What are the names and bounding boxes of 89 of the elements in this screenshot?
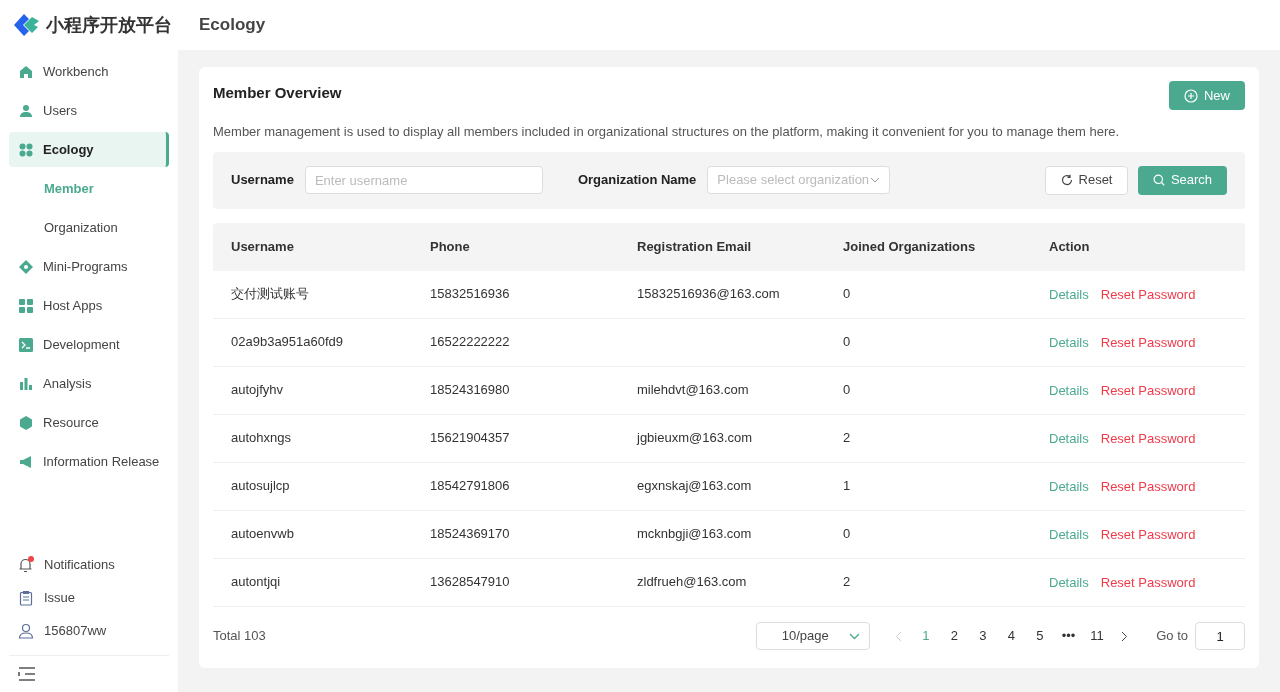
table-cell-text: autohxngs	[231, 429, 292, 448]
table-cell-text: jgbieuxm@163.com	[637, 429, 754, 448]
sidebar-item[interactable]: Development	[9, 327, 169, 362]
table-cell-text: 13628547910	[430, 573, 511, 592]
user-icon	[19, 103, 33, 118]
card-description: Member management is used to display all members included in organizational structures on the platform, making it convenient for you to manage them here.	[213, 123, 1121, 141]
page-button[interactable]: 3	[968, 622, 998, 650]
sidebar-footer-item[interactable]: Issue	[0, 581, 178, 614]
page-size-select[interactable]: 10/page	[755, 622, 870, 650]
column-header: Registration Email	[637, 237, 753, 256]
sidebar-item[interactable]: Mini-Programs	[9, 249, 169, 284]
terminal-icon	[19, 337, 33, 352]
page-button[interactable]: 2	[940, 622, 969, 650]
search-icon	[1152, 174, 1165, 186]
reset-password-link[interactable]: Reset Password	[1100, 429, 1196, 449]
page-title: Ecology	[199, 14, 266, 37]
plus-circle-icon	[1184, 88, 1198, 103]
sidebar-subitem[interactable]: Organization	[9, 210, 169, 245]
reset-password-link[interactable]: Reset Password	[1100, 285, 1196, 305]
collapse-menu-icon[interactable]	[18, 666, 36, 682]
table-cell-text: 0	[843, 333, 852, 352]
reset-password-link[interactable]: Reset Password	[1100, 573, 1196, 593]
chevron-down-icon	[870, 177, 881, 183]
table-cell-text: 1	[843, 477, 852, 496]
total-count: Total 103	[213, 627, 266, 646]
table-cell-text: 15832516936	[430, 285, 511, 304]
sidebar-footer-item[interactable]: Notifications	[0, 548, 178, 581]
table-cell-text: milehdvt@163.com	[637, 381, 750, 400]
sidebar-item[interactable]: Ecology	[9, 132, 169, 167]
username-label: Username	[231, 171, 294, 190]
table-cell-text: 2	[843, 573, 852, 592]
table-cell-text: 16522222222	[430, 333, 511, 352]
column-header: Username	[231, 237, 295, 256]
sidebar-item[interactable]: Analysis	[9, 366, 169, 401]
bell-icon	[18, 556, 34, 573]
cube-icon	[19, 415, 33, 430]
column-header: Phone	[430, 237, 471, 256]
table-cell-text: egxnskaj@163.com	[637, 477, 753, 496]
megaphone-icon	[19, 454, 33, 469]
table-cell-text: 18542791806	[430, 477, 511, 496]
next-page-icon[interactable]	[1121, 630, 1129, 642]
bar-chart-icon	[19, 376, 33, 391]
table-cell-text: autoenvwb	[231, 525, 295, 544]
home-icon	[19, 64, 33, 79]
sidebar-item[interactable]: Resource	[9, 405, 169, 440]
column-header: Joined Organizations	[843, 237, 977, 256]
table-cell-text: 18524369170	[430, 525, 511, 544]
table-cell-text: mcknbgji@163.com	[637, 525, 753, 544]
diamond-icon	[19, 259, 33, 274]
reset-password-link[interactable]: Reset Password	[1100, 381, 1196, 401]
table-cell-text: 0	[843, 381, 852, 400]
table-cell-text: autosujlcp	[231, 477, 291, 496]
column-header: Action	[1049, 237, 1091, 256]
reset-password-link[interactable]: Reset Password	[1100, 525, 1196, 545]
reset-password-link[interactable]: Reset Password	[1100, 477, 1196, 497]
chevron-down-icon	[848, 632, 860, 640]
table-cell-text: zldfrueh@163.com	[637, 573, 748, 592]
clipboard-icon	[18, 589, 34, 606]
table-cell-text: 0	[843, 525, 852, 544]
sidebar-footer-item[interactable]: 156807ww	[0, 614, 178, 647]
table-cell-text: autontjqi	[231, 573, 282, 592]
four-dots-icon	[19, 142, 33, 157]
table-cell-text: 18524316980	[430, 381, 511, 400]
table-cell-text: 交付测试账号	[231, 285, 310, 304]
table-cell-text: 2	[843, 429, 852, 448]
goto-label: Go to	[1156, 627, 1188, 646]
table-cell-text: 02a9b3a951a60fd9	[231, 333, 345, 352]
username-field[interactable]: Enter username	[304, 166, 543, 194]
card-title: Member Overview	[213, 83, 342, 103]
sidebar-item[interactable]: Users	[9, 93, 169, 128]
reset-password-link[interactable]: Reset Password	[1100, 333, 1196, 353]
page-button[interactable]: 4	[997, 622, 1026, 650]
organization-label: Organization Name	[577, 171, 697, 190]
sidebar-item[interactable]: Information Release	[9, 444, 169, 479]
goto-page-field[interactable]: 1	[1195, 622, 1245, 650]
page-button[interactable]: •••	[1054, 622, 1083, 650]
page-button[interactable]: 11	[1082, 622, 1112, 650]
table-cell-text: 15832516936@163.com	[637, 285, 781, 304]
table-cell-text: autojfyhv	[231, 381, 285, 400]
refresh-icon	[1060, 174, 1073, 186]
person-icon	[18, 622, 34, 639]
sidebar-item[interactable]: Workbench	[9, 54, 169, 89]
sidebar-item[interactable]: Host Apps	[9, 288, 169, 323]
logo-text: 小程序开放平台	[46, 13, 172, 37]
table-cell-text: 15621904357	[430, 429, 511, 448]
page-button[interactable]: 5	[1025, 622, 1055, 650]
grid-icon	[19, 298, 33, 313]
table-cell-text: 0	[843, 285, 852, 304]
reset-button[interactable]: Reset	[1045, 165, 1128, 195]
